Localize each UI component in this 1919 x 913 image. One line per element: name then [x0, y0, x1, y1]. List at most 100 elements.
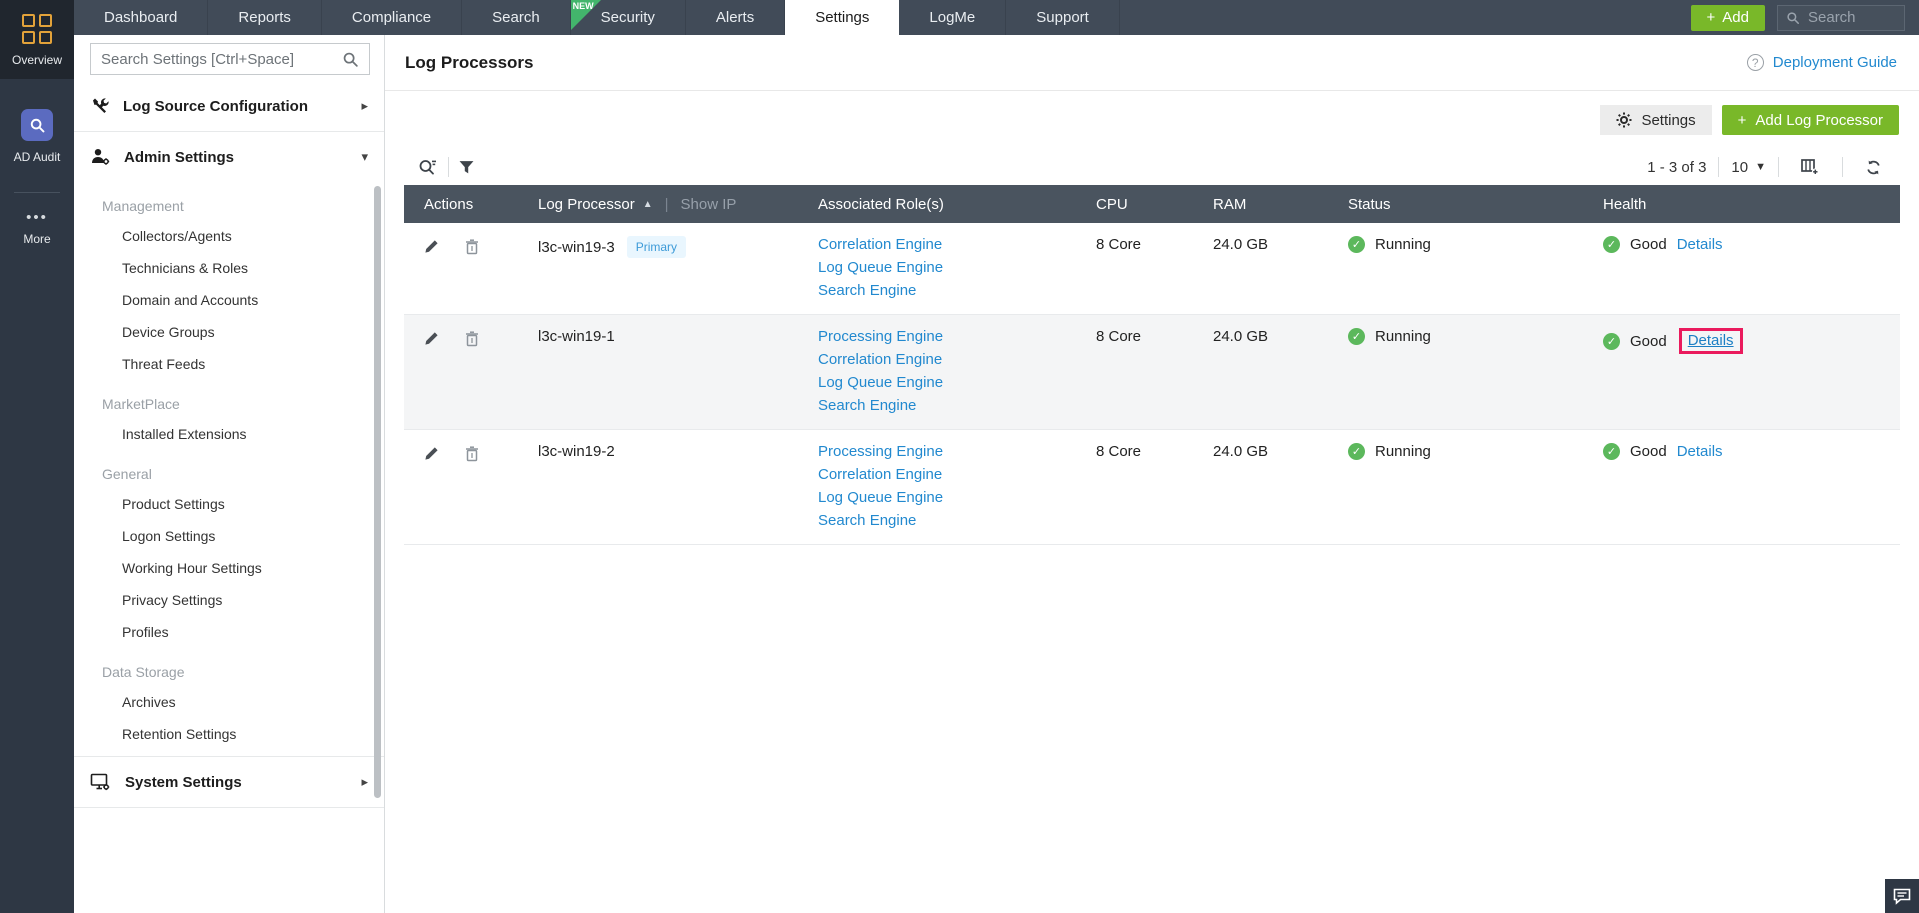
section-title-management: Management: [74, 182, 384, 220]
role-link[interactable]: Correlation Engine: [818, 466, 1090, 484]
tab-label: Security: [601, 9, 655, 26]
edit-icon[interactable]: [424, 331, 439, 347]
details-link[interactable]: Details: [1677, 443, 1723, 460]
sidebar-item-working-hour-settings[interactable]: Working Hour Settings: [74, 552, 384, 584]
section-title-marketplace: MarketPlace: [74, 380, 384, 418]
table-toolbar: 1 - 3 of 3 10 ▼: [404, 149, 1900, 185]
col-ram: RAM: [1207, 196, 1340, 213]
settings-search-box[interactable]: [90, 43, 370, 75]
sidebar-item-collectors-agents[interactable]: Collectors/Agents: [74, 220, 384, 252]
add-button[interactable]: +Add: [1691, 5, 1765, 31]
column-search-icon[interactable]: [408, 158, 448, 176]
top-nav: Dashboard Reports Compliance Search NEW …: [74, 0, 1919, 35]
ellipsis-icon: •••: [26, 213, 48, 223]
table-row: l3c-win19-2 Processing Engine Correlatio…: [404, 430, 1900, 545]
role-link[interactable]: Log Queue Engine: [818, 489, 1090, 507]
global-search-box[interactable]: [1777, 5, 1905, 31]
tab-security[interactable]: NEW Security: [571, 0, 686, 35]
role-link[interactable]: Correlation Engine: [818, 351, 1090, 369]
status-value: Running: [1375, 443, 1431, 460]
health-ok-icon: ✓: [1603, 236, 1620, 253]
tab-dashboard[interactable]: Dashboard: [74, 0, 208, 35]
role-link[interactable]: Search Engine: [818, 282, 1090, 300]
overview-grid-icon: [22, 14, 52, 44]
sidebar-item-installed-extensions[interactable]: Installed Extensions: [74, 418, 384, 450]
sidebar-item-log-source-configuration[interactable]: Log Source Configuration ▸: [74, 81, 384, 131]
page-size-dropdown[interactable]: 10 ▼: [1731, 159, 1766, 176]
delete-icon[interactable]: [465, 239, 479, 255]
status-ok-icon: ✓: [1348, 443, 1365, 460]
tab-label: Reports: [238, 9, 291, 26]
sidebar-scrollbar[interactable]: [374, 186, 381, 798]
sidebar-item-archives[interactable]: Archives: [74, 686, 384, 718]
admin-settings-menu: Management Collectors/Agents Technicians…: [74, 182, 384, 756]
role-link[interactable]: Correlation Engine: [818, 236, 1090, 254]
sidebar-item-threat-feeds[interactable]: Threat Feeds: [74, 348, 384, 380]
sidebar-item-profiles[interactable]: Profiles: [74, 616, 384, 648]
log-processor-name: l3c-win19-3: [538, 239, 615, 256]
sidebar-item-product-settings[interactable]: Product Settings: [74, 488, 384, 520]
role-link[interactable]: Processing Engine: [818, 328, 1090, 346]
sidebar-item-retention-settings[interactable]: Retention Settings: [74, 718, 384, 750]
primary-badge: Primary: [627, 236, 686, 258]
column-chooser-icon[interactable]: [1791, 159, 1830, 176]
settings-button[interactable]: Settings: [1600, 105, 1711, 135]
plus-icon: +: [1738, 112, 1747, 129]
help-icon[interactable]: ?: [1747, 54, 1764, 71]
delete-icon[interactable]: [465, 331, 479, 347]
sidebar-item-system-settings[interactable]: System Settings ▸: [74, 757, 384, 807]
sidebar-item-admin-settings[interactable]: Admin Settings ▾: [74, 132, 384, 182]
filter-icon[interactable]: [449, 160, 484, 175]
table-row: l3c-win19-3 Primary Correlation Engine L…: [404, 223, 1900, 315]
sort-asc-icon[interactable]: ▲: [643, 199, 653, 210]
add-button-label: Add: [1722, 9, 1749, 26]
tab-label: Support: [1036, 9, 1089, 26]
sidebar-item-technicians-roles[interactable]: Technicians & Roles: [74, 252, 384, 284]
col-associated-roles: Associated Role(s): [810, 196, 1090, 213]
tab-compliance[interactable]: Compliance: [322, 0, 462, 35]
role-link[interactable]: Processing Engine: [818, 443, 1090, 461]
app-rail: Overview AD Audit ••• More: [0, 0, 74, 913]
sidebar-item-label: System Settings: [125, 774, 348, 791]
divider: [74, 807, 384, 808]
tab-settings[interactable]: Settings: [785, 0, 899, 35]
delete-icon[interactable]: [465, 446, 479, 462]
deployment-guide-link[interactable]: Deployment Guide: [1773, 54, 1897, 71]
pagination-range: 1 - 3 of 3: [1647, 159, 1706, 176]
dropdown-arrow-icon: ▼: [1755, 161, 1766, 173]
global-search-input[interactable]: [1808, 9, 1898, 26]
tab-reports[interactable]: Reports: [208, 0, 322, 35]
role-link[interactable]: Search Engine: [818, 397, 1090, 415]
tab-logme[interactable]: LogMe: [899, 0, 1006, 35]
sidebar-item-device-groups[interactable]: Device Groups: [74, 316, 384, 348]
main-header: Log Processors ? Deployment Guide: [385, 35, 1919, 91]
divider: [1842, 157, 1843, 177]
col-status: Status: [1340, 196, 1595, 213]
role-link[interactable]: Log Queue Engine: [818, 374, 1090, 392]
rail-item-label: AD Audit: [14, 150, 61, 164]
details-link-highlighted[interactable]: Details: [1688, 332, 1734, 349]
sidebar-item-label: Admin Settings: [124, 149, 348, 166]
settings-button-label: Settings: [1641, 112, 1695, 129]
add-log-processor-button[interactable]: + Add Log Processor: [1722, 105, 1899, 135]
sidebar-item-domain-and-accounts[interactable]: Domain and Accounts: [74, 284, 384, 316]
rail-item-overview[interactable]: Overview: [0, 0, 74, 79]
details-link[interactable]: Details: [1677, 236, 1723, 253]
rail-item-ad-audit[interactable]: AD Audit: [0, 95, 74, 176]
settings-search-input[interactable]: [101, 51, 342, 68]
sidebar-item-privacy-settings[interactable]: Privacy Settings: [74, 584, 384, 616]
edit-icon[interactable]: [424, 239, 439, 255]
role-link[interactable]: Log Queue Engine: [818, 259, 1090, 277]
tab-label: Search: [492, 9, 540, 26]
edit-icon[interactable]: [424, 446, 439, 462]
rail-item-more[interactable]: ••• More: [0, 209, 74, 258]
chat-button[interactable]: [1885, 879, 1919, 913]
refresh-icon[interactable]: [1855, 159, 1892, 176]
tab-search[interactable]: Search: [462, 0, 571, 35]
tab-alerts[interactable]: Alerts: [686, 0, 785, 35]
col-log-processor[interactable]: Log Processor: [538, 196, 635, 213]
role-link[interactable]: Search Engine: [818, 512, 1090, 530]
sidebar-item-logon-settings[interactable]: Logon Settings: [74, 520, 384, 552]
col-show-ip[interactable]: Show IP: [681, 196, 737, 213]
tab-support[interactable]: Support: [1006, 0, 1120, 35]
